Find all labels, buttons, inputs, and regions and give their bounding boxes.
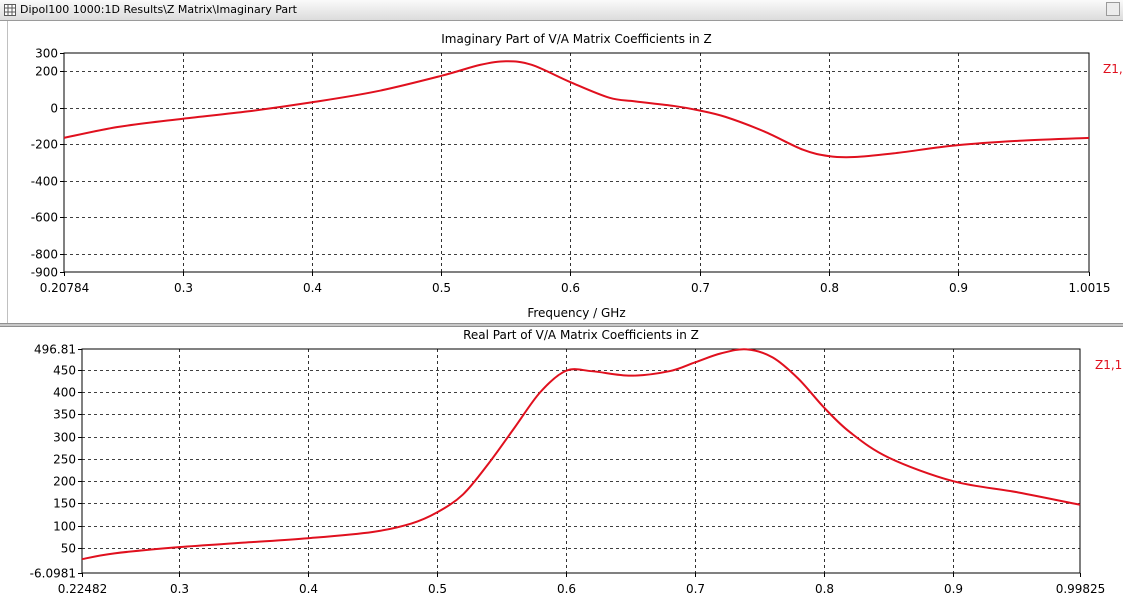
- window-title: Dipol100 1000:1D Results\Z Matrix\Imagin…: [20, 3, 297, 16]
- y-tick-label: 496.81: [34, 343, 76, 357]
- x-tick-label: 0.4: [303, 281, 322, 295]
- y-tick-label: 450: [53, 364, 76, 378]
- x-tick-label: 0.6: [561, 281, 580, 295]
- x-tick-label: 0.8: [815, 582, 834, 596]
- y-tick-label: -400: [31, 175, 58, 189]
- plot-area: [81, 348, 1081, 574]
- y-tick-label: 400: [53, 386, 76, 400]
- y-tick-label: 350: [53, 408, 76, 422]
- y-tick-label: -600: [31, 211, 58, 225]
- legend-entry[interactable]: Z1,1: [1095, 358, 1122, 372]
- x-axis-label: Frequency / GHz: [527, 306, 625, 320]
- x-tick-label: 0.6: [557, 582, 576, 596]
- legend-entry[interactable]: Z1,: [1103, 62, 1123, 76]
- y-tick-label: 100: [53, 520, 76, 534]
- x-tick-label: 0.8: [820, 281, 839, 295]
- x-tick-label: 0.3: [170, 582, 189, 596]
- y-tick-label: -200: [31, 138, 58, 152]
- y-tick-label: 300: [35, 47, 58, 61]
- imaginary-part-plot[interactable]: Imaginary Part of V/A Matrix Coefficient…: [0, 21, 1123, 323]
- y-tick-label: 0: [50, 102, 58, 116]
- y-tick-label: 200: [35, 65, 58, 79]
- x-tick-label: 0.5: [428, 582, 447, 596]
- y-tick-label: -6.0981: [30, 567, 76, 581]
- grid-icon: [4, 4, 16, 16]
- imaginary-part-chart[interactable]: Imaginary Part of V/A Matrix Coefficient…: [0, 21, 1123, 323]
- window-control-button[interactable]: [1106, 2, 1120, 16]
- x-tick-label: 0.22482: [58, 582, 108, 596]
- y-tick-label: -900: [31, 266, 58, 280]
- y-tick-label: 50: [61, 542, 76, 556]
- x-tick-label: 1.0015: [1069, 281, 1111, 295]
- y-tick-label: 150: [53, 497, 76, 511]
- x-tick-label: 0.5: [432, 281, 451, 295]
- x-tick-label: 0.99825: [1056, 582, 1106, 596]
- chart-title: Real Part of V/A Matrix Coefficients in …: [463, 328, 699, 342]
- x-tick-label: 0.7: [691, 281, 710, 295]
- chart-title: Imaginary Part of V/A Matrix Coefficient…: [441, 32, 711, 46]
- x-tick-label: 0.9: [949, 281, 968, 295]
- x-tick-label: 0.4: [299, 582, 318, 596]
- x-tick-label: 0.7: [686, 582, 705, 596]
- real-part-chart[interactable]: Real Part of V/A Matrix Coefficients in …: [0, 327, 1123, 602]
- y-tick-label: 300: [53, 431, 76, 445]
- window-titlebar: Dipol100 1000:1D Results\Z Matrix\Imagin…: [0, 0, 1123, 21]
- y-tick-label: 250: [53, 453, 76, 467]
- y-tick-label: -800: [31, 248, 58, 262]
- x-tick-label: 0.20784: [40, 281, 90, 295]
- x-tick-label: 0.9: [944, 582, 963, 596]
- y-tick-label: 200: [53, 475, 76, 489]
- real-part-plot[interactable]: Real Part of V/A Matrix Coefficients in …: [0, 327, 1123, 602]
- x-tick-label: 0.3: [174, 281, 193, 295]
